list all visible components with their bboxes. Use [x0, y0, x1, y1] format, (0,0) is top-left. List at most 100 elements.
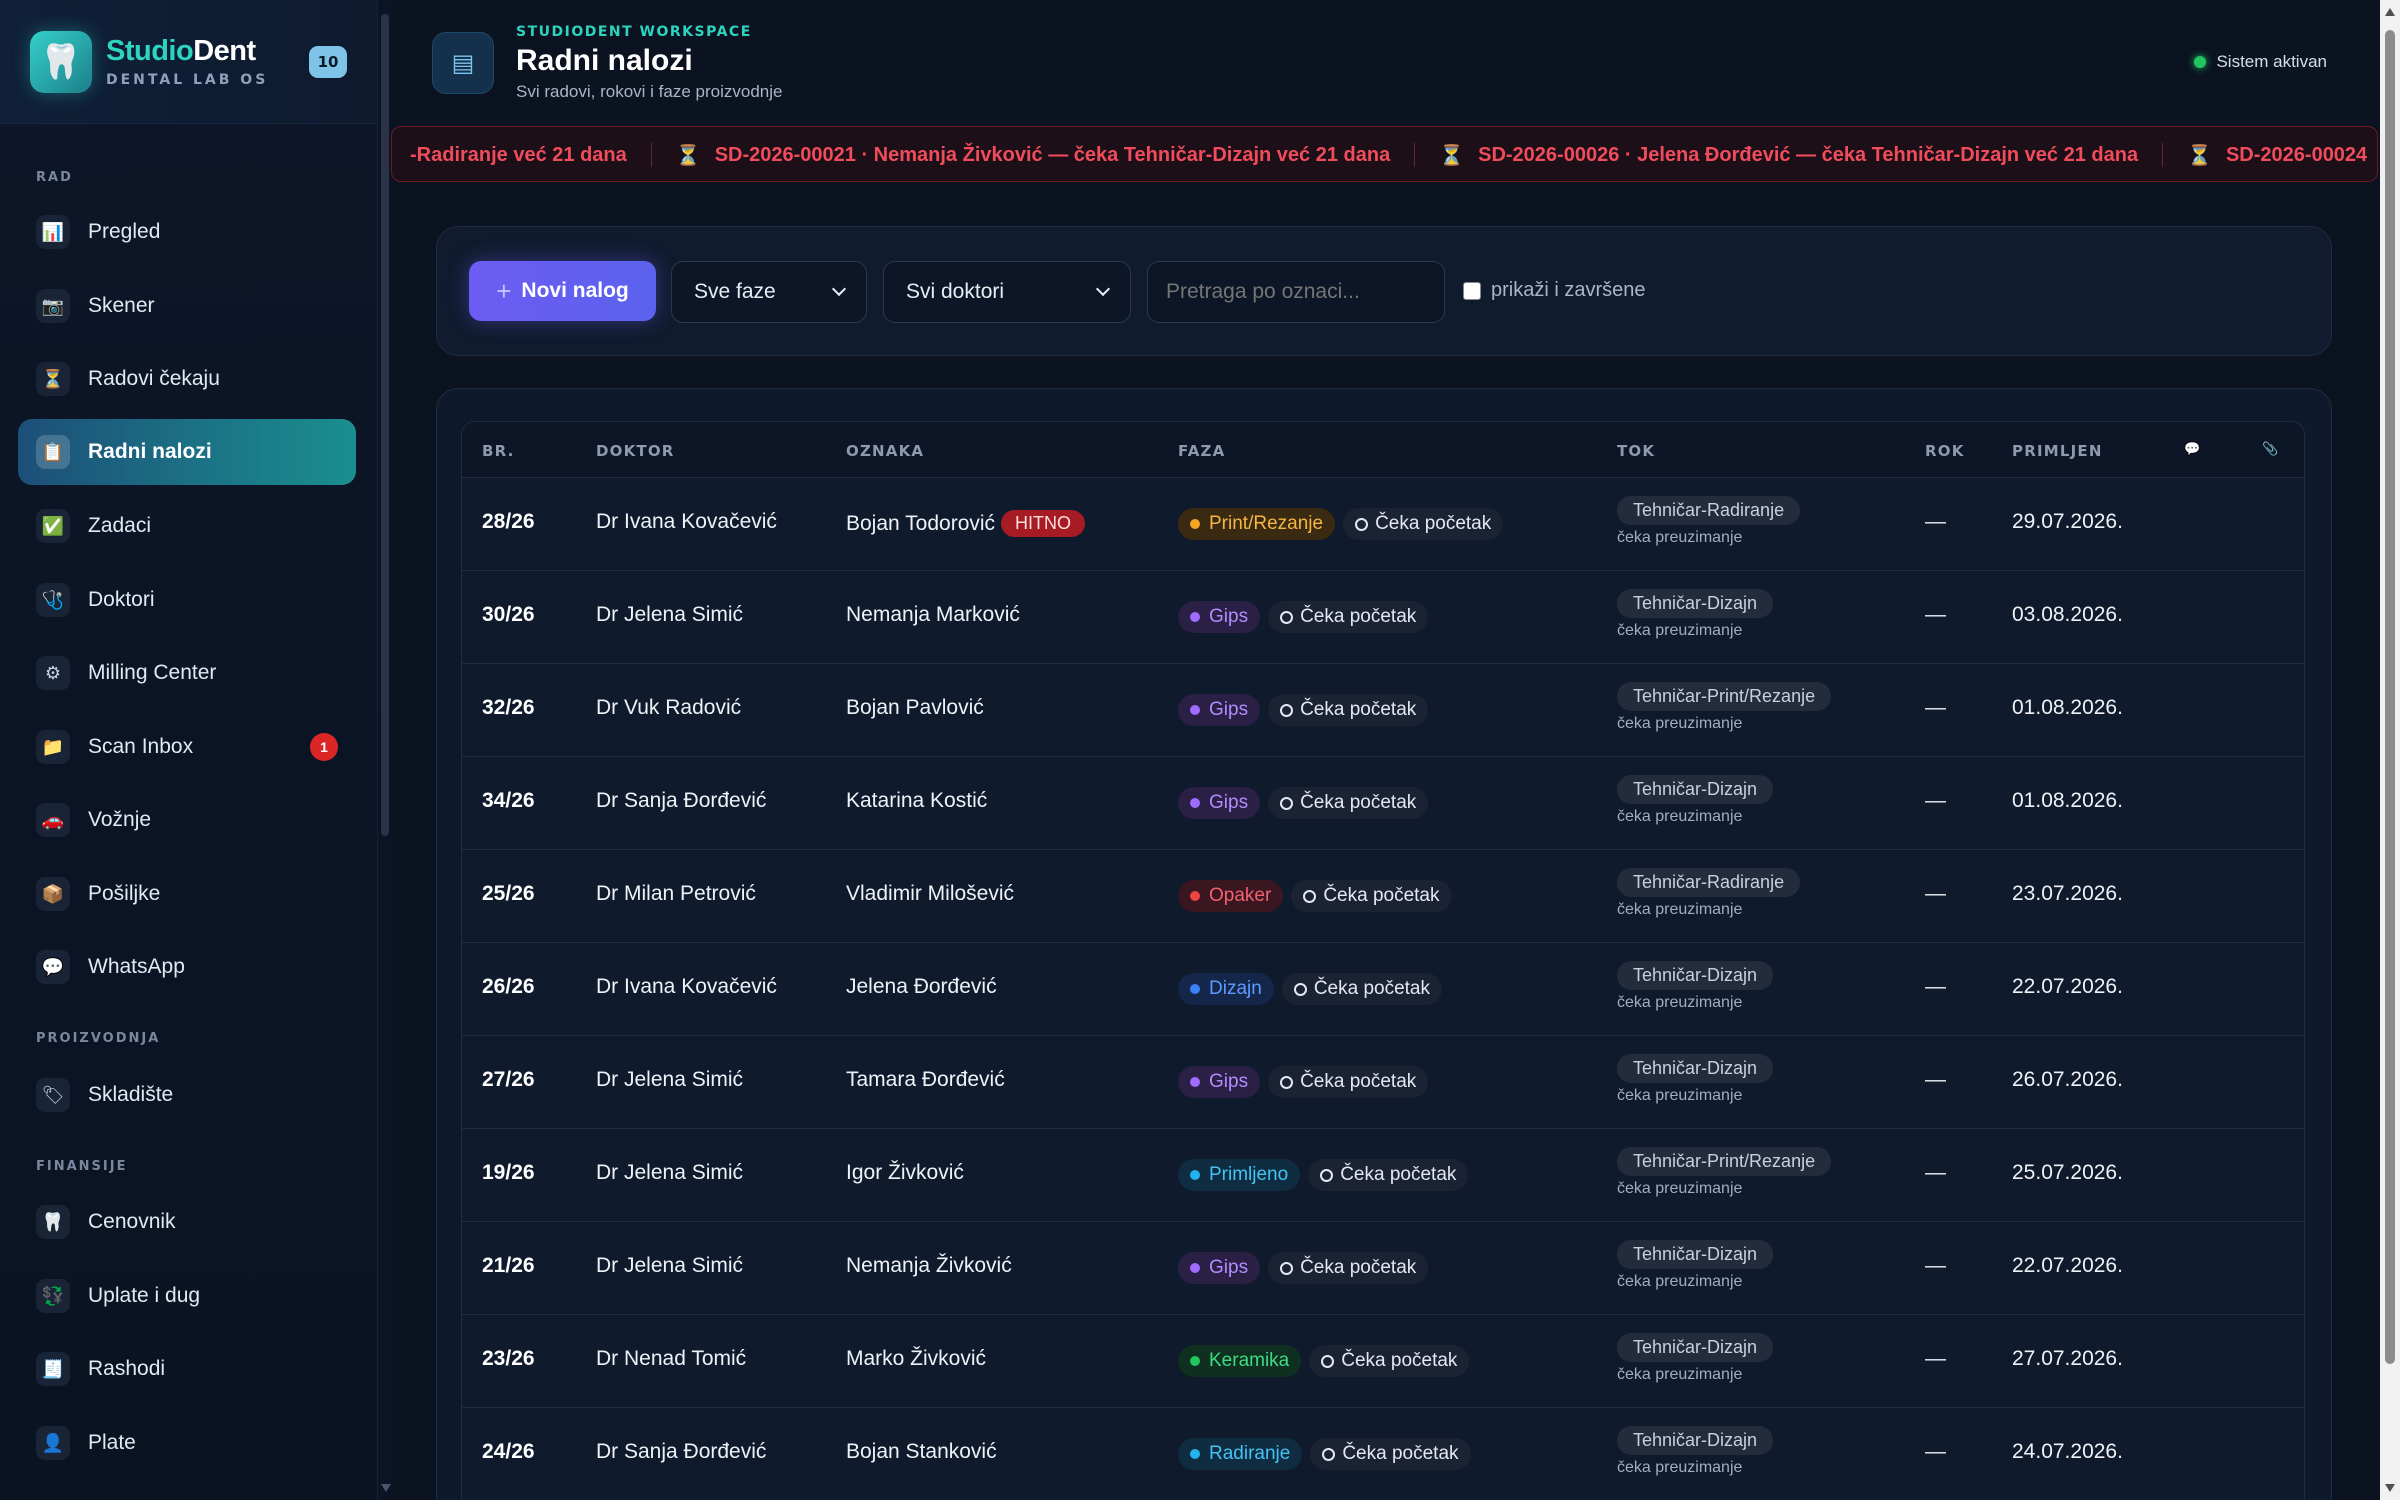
deadline: —	[1925, 789, 1946, 812]
table-row[interactable]: 19/26 Dr Jelena Simić Igor Živković Primlje…	[462, 1129, 2304, 1222]
sidebar-item-whatsapp[interactable]: 💬 WhatsApp	[18, 934, 356, 1000]
main-scrollbar[interactable]	[2380, 0, 2400, 1500]
col-primljen[interactable]: PRIMLJEN	[2012, 442, 2103, 460]
table-row[interactable]: 30/26 Dr Jelena Simić Nemanja Marković Gips…	[462, 571, 2304, 664]
start-status-button[interactable]: Čeka početak	[1268, 601, 1429, 633]
sidebar-item-pregled[interactable]: 📊 Pregled	[18, 199, 356, 265]
start-status-button[interactable]: Čeka početak	[1310, 1438, 1471, 1470]
sidebar-item-doktori[interactable]: 🩺 Doktori	[18, 567, 356, 633]
sidebar-scrollbar-thumb[interactable]	[381, 14, 389, 836]
sidebar-item-label: Vožnje	[88, 808, 152, 831]
search-input[interactable]	[1147, 261, 1445, 323]
ticker-item[interactable]: SD-2026-00024	[2226, 144, 2367, 167]
doctor-name: Dr Nenad Tomić	[596, 1347, 747, 1370]
phase-cell: Gips Čeka početak	[1178, 1252, 1429, 1284]
phase-badge: Dizajn	[1178, 973, 1274, 1005]
sidebar-item-scan-inbox[interactable]: 📁 Scan Inbox 1	[18, 714, 356, 780]
phase-label: Gips	[1209, 792, 1249, 813]
main-scrollbar-thumb[interactable]	[2385, 30, 2395, 1364]
start-status-button[interactable]: Čeka početak	[1343, 508, 1504, 540]
patient-label: Nemanja Živković	[846, 1254, 1012, 1278]
start-status-button[interactable]: Čeka početak	[1291, 880, 1452, 912]
table-row[interactable]: 24/26 Dr Sanja Đorđević Bojan Stanković Rad…	[462, 1408, 2304, 1500]
phase-label: Dizajn	[1209, 978, 1262, 999]
start-status-button[interactable]: Čeka početak	[1268, 787, 1429, 819]
col-tok[interactable]: TOK	[1617, 442, 1655, 460]
start-status-button[interactable]: Čeka početak	[1308, 1159, 1469, 1191]
new-order-button[interactable]: + Novi nalog	[469, 261, 656, 321]
doctor-select[interactable]: Svi doktori	[883, 261, 1131, 323]
phase-cell: Gips Čeka početak	[1178, 694, 1429, 726]
ticker-item[interactable]: -Radiranje već 21 dana	[410, 144, 627, 167]
hourglass-icon: ⏳	[1439, 144, 1465, 167]
start-status-label: Čeka početak	[1300, 1257, 1417, 1278]
show-done-checkbox[interactable]	[1463, 281, 1481, 300]
table-row[interactable]: 32/26 Dr Vuk Radović Bojan Pavlović Gips Ček…	[462, 664, 2304, 757]
sidebar-item-label: Rashodi	[88, 1357, 166, 1380]
sidebar-item-milling-center[interactable]: ⚙ Milling Center	[18, 640, 356, 706]
start-status-label: Čeka početak	[1300, 699, 1417, 720]
sidebar-item-uplate-i-dug[interactable]: 💱 Uplate i dug	[18, 1263, 356, 1329]
sidebar-item-plate[interactable]: 👤 Plate	[18, 1410, 356, 1476]
flow-cell: Tehničar-Print/Rezanje čeka preuzimanje	[1617, 1147, 1832, 1198]
table-row[interactable]: 23/26 Dr Nenad Tomić Marko Živković Keramik…	[462, 1315, 2304, 1408]
table-row[interactable]: 25/26 Dr Milan Petrović Vladimir Milošević…	[462, 850, 2304, 943]
sidebar-scrollbar[interactable]	[378, 0, 392, 1500]
start-status-button[interactable]: Čeka početak	[1281, 973, 1442, 1005]
sidebar-item-rashodi[interactable]: 🧾 Rashodi	[18, 1336, 356, 1402]
deadline: —	[1925, 1161, 1946, 1184]
sidebar-item-skener[interactable]: 📷 Skener	[18, 273, 356, 339]
scroll-down-icon[interactable]	[2385, 1484, 2395, 1492]
phase-label: Gips	[1209, 1257, 1249, 1278]
phase-cell: Keramika Čeka početak	[1178, 1345, 1470, 1377]
start-status-button[interactable]: Čeka početak	[1309, 1345, 1470, 1377]
table-row[interactable]: 34/26 Dr Sanja Đorđević Katarina Kostić Gip…	[462, 757, 2304, 850]
flow-status: čeka preuzimanje	[1617, 1273, 1743, 1290]
table-row[interactable]: 21/26 Dr Jelena Simić Nemanja Živković Gips…	[462, 1222, 2304, 1315]
start-status-button[interactable]: Čeka početak	[1268, 694, 1429, 726]
show-done-toggle[interactable]: prikaži i završene	[1463, 279, 1646, 302]
doctor-name: Dr Sanja Đorđević	[596, 1440, 767, 1463]
phase-cell: Gips Čeka početak	[1178, 787, 1429, 819]
col-doktor[interactable]: DOKTOR	[596, 442, 675, 460]
sidebar-item-vožnje[interactable]: 🚗 Vožnje	[18, 787, 356, 853]
overdue-ticker[interactable]: -Radiranje već 21 dana ⏳ SD-2026-00021 · N…	[391, 126, 2378, 182]
start-status-button[interactable]: Čeka početak	[1268, 1252, 1429, 1284]
sidebar-item-radni-nalozi[interactable]: 📋 Radni nalozi	[18, 419, 356, 485]
sidebar-scroll-down-icon[interactable]	[381, 1484, 391, 1492]
phase-select[interactable]: Sve faze	[671, 261, 867, 323]
sidebar-item-zadaci[interactable]: ✅ Zadaci	[18, 493, 356, 559]
table-row[interactable]: 26/26 Dr Ivana Kovačević Jelena Đorđević Di…	[462, 943, 2304, 1036]
sidebar-item-cenovnik[interactable]: 🦷 Cenovnik	[18, 1189, 356, 1255]
ticker-item[interactable]: SD-2026-00021 · Nemanja Živković — čeka …	[715, 144, 1391, 167]
start-status-button[interactable]: Čeka početak	[1268, 1066, 1429, 1098]
patient-label: Katarina Kostić	[846, 789, 987, 813]
circle-icon	[1280, 1075, 1294, 1089]
deadline: —	[1925, 510, 1946, 533]
phase-dot-icon	[1190, 1077, 1200, 1087]
col-oznaka[interactable]: OZNAKA	[846, 442, 924, 460]
chevron-down-icon	[831, 281, 847, 297]
sidebar-item-pošiljke[interactable]: 📦 Pošiljke	[18, 861, 356, 927]
doctor-name: Dr Jelena Simić	[596, 1254, 744, 1277]
flow-cell: Tehničar-Radiranje čeka preuzimanje	[1617, 496, 1801, 547]
scroll-up-icon[interactable]	[2385, 8, 2395, 16]
col-br[interactable]: BR.	[482, 442, 515, 460]
doctor-name: Dr Milan Petrović	[596, 882, 756, 905]
start-status-label: Čeka početak	[1300, 792, 1417, 813]
table-row[interactable]: 28/26 Dr Ivana Kovačević Bojan Todorović HI…	[462, 478, 2304, 571]
sidebar-item-radovi-čekaju[interactable]: ⏳ Radovi čekaju	[18, 346, 356, 412]
sidebar-item-label: Radovi čekaju	[88, 367, 220, 390]
table-row[interactable]: 27/26 Dr Jelena Simić Tamara Đorđević Gips Č…	[462, 1036, 2304, 1129]
notification-badge[interactable]: 10	[309, 45, 347, 78]
phase-badge: Print/Rezanje	[1178, 508, 1336, 540]
col-faza[interactable]: FAZA	[1178, 442, 1225, 460]
phase-badge: Gips	[1178, 1066, 1261, 1098]
sidebar-item-skladište[interactable]: 🏷 Skladište	[18, 1062, 356, 1128]
orders-panel: BR. DOKTOR OZNAKA FAZA TOK ROK PRIMLJEN …	[436, 388, 2332, 1500]
phase-badge: Gips	[1178, 787, 1261, 819]
phase-dot-icon	[1190, 1263, 1200, 1273]
brand[interactable]: 🦷 StudioDent DENTAL LAB OS 10	[0, 0, 377, 124]
ticker-item[interactable]: SD-2026-00026 · Jelena Đorđević — čeka T…	[1478, 144, 2138, 167]
col-rok[interactable]: ROK	[1925, 442, 1965, 460]
